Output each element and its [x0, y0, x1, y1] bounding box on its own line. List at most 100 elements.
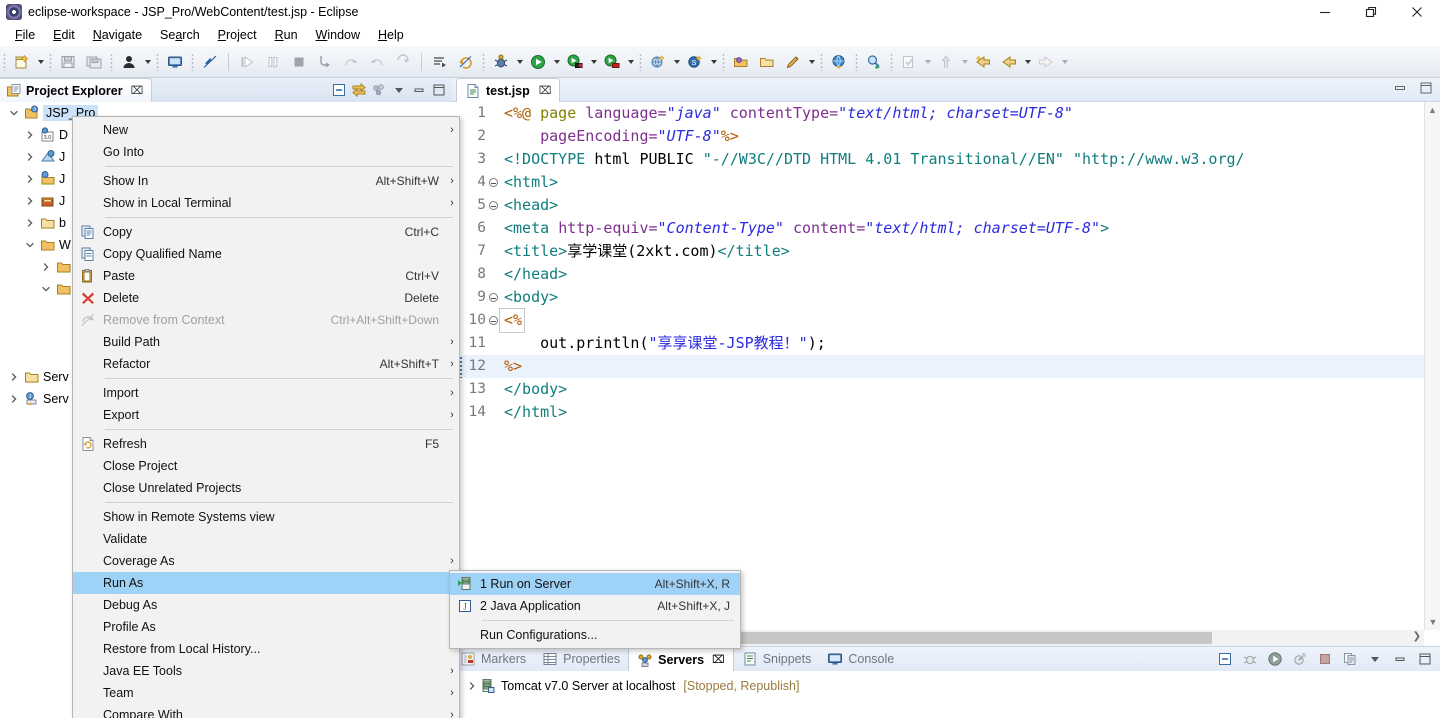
user-icon[interactable]	[117, 50, 141, 74]
minimize-icon[interactable]	[1390, 649, 1409, 668]
run-dropdown-arrow[interactable]	[551, 50, 562, 74]
tab-snippets[interactable]: Snippets	[734, 647, 820, 671]
toolbar-grip-6[interactable]	[482, 52, 485, 71]
menu-item-profile-as[interactable]: Profile As›	[73, 616, 459, 638]
new-wizard-dropdown-arrow[interactable]	[35, 50, 46, 74]
minimize-icon[interactable]	[410, 81, 428, 99]
toolbar-grip[interactable]	[3, 52, 6, 71]
scroll-right-icon[interactable]: ❯	[1413, 631, 1421, 642]
code-lines[interactable]: 1 <%@ page language="java" contentType="t…	[452, 102, 1424, 630]
code-line[interactable]: 10 <%	[452, 308, 1424, 333]
menu-navigate[interactable]: Navigate	[84, 26, 151, 44]
link-with-editor-icon[interactable]	[350, 81, 368, 99]
code-line[interactable]: 1 <%@ page language="java" contentType="t…	[452, 102, 1424, 125]
menu-item-close-unrelated-projects[interactable]: Close Unrelated Projects	[73, 477, 459, 499]
menu-item-go-into[interactable]: Go Into	[73, 141, 459, 163]
menu-item-show-in[interactable]: Show In Alt+Shift+W ›	[73, 170, 459, 192]
run-server-alt-dropdown-arrow[interactable]	[625, 50, 636, 74]
save-all-icon[interactable]	[82, 50, 106, 74]
view-menu-icon[interactable]	[1365, 649, 1384, 668]
open-folder-icon[interactable]	[755, 50, 779, 74]
tab-properties[interactable]: Properties	[534, 647, 628, 671]
close-button[interactable]	[1394, 0, 1440, 24]
run-server-icon[interactable]	[563, 50, 587, 74]
restore-icon[interactable]	[1392, 80, 1408, 96]
code-line[interactable]: 5 <head>	[452, 194, 1424, 217]
menu-file[interactable]: File	[6, 26, 44, 44]
close-icon[interactable]: ⌧	[712, 653, 725, 666]
chevron-right-icon[interactable]	[22, 149, 38, 165]
tab-project-explorer[interactable]: Project Explorer ⌧	[0, 78, 153, 102]
sync-icon[interactable]	[454, 50, 478, 74]
toolbar-grip-10[interactable]	[855, 52, 858, 71]
run-as-submenu[interactable]: 1 Run on Server Alt+Shift+X, R J 2 Java App…	[449, 570, 741, 649]
code-line[interactable]: 14 </html>	[452, 401, 1424, 424]
tab-servers[interactable]: Servers ⌧	[628, 647, 734, 671]
code-line[interactable]: 2 pageEncoding="UTF-8"%>	[452, 125, 1424, 148]
menu-item-delete[interactable]: Delete Delete	[73, 287, 459, 309]
back-icon[interactable]	[997, 50, 1021, 74]
no-link-icon[interactable]	[198, 50, 222, 74]
profile-server-icon[interactable]	[1290, 649, 1309, 668]
menu-search[interactable]: Search	[151, 26, 209, 44]
menu-item-export[interactable]: Export ›	[73, 404, 459, 426]
toolbar-grip-5[interactable]	[191, 52, 194, 71]
menu-project[interactable]: Project	[209, 26, 266, 44]
run-icon[interactable]	[526, 50, 550, 74]
tab-console[interactable]: Console	[819, 647, 902, 671]
menu-item-show-in-local-terminal[interactable]: Show in Local Terminal ›	[73, 192, 459, 214]
chevron-right-icon[interactable]	[22, 127, 38, 143]
chevron-right-icon[interactable]	[464, 678, 480, 694]
code-editor[interactable]: 1 <%@ page language="java" contentType="t…	[452, 102, 1440, 646]
chevron-right-icon[interactable]	[6, 369, 22, 385]
toolbar-grip-11[interactable]	[890, 52, 893, 71]
pencil-dropdown-arrow[interactable]	[806, 50, 817, 74]
menu-item-validate[interactable]: Validate	[73, 528, 459, 550]
chevron-right-icon[interactable]	[38, 259, 54, 275]
new-jsp-icon[interactable]	[646, 50, 670, 74]
toolbar-grip-3[interactable]	[110, 52, 113, 71]
menu-item-refactor[interactable]: Refactor Alt+Shift+T ›	[73, 353, 459, 375]
fold-collapse-icon[interactable]	[486, 316, 500, 325]
fold-collapse-icon[interactable]	[486, 293, 500, 302]
user-dropdown-arrow[interactable]	[142, 50, 153, 74]
menu-edit[interactable]: Edit	[44, 26, 84, 44]
start-server-icon[interactable]	[1265, 649, 1284, 668]
debug-dropdown-arrow[interactable]	[514, 50, 525, 74]
menu-item-copy[interactable]: Copy Ctrl+C	[73, 221, 459, 243]
code-line[interactable]: 13 </body>	[452, 378, 1424, 401]
close-icon[interactable]: ⌧	[539, 84, 552, 97]
stop-server-icon[interactable]	[1315, 649, 1334, 668]
code-line[interactable]: 11 out.println("享享课堂-JSP教程！");	[452, 332, 1424, 355]
menu-run[interactable]: Run	[266, 26, 307, 44]
submenu-item-2-java-application[interactable]: J 2 Java Application Alt+Shift+X, J	[450, 595, 740, 617]
menu-item-copy-qualified-name[interactable]: Copy Qualified Name	[73, 243, 459, 265]
menu-item-build-path[interactable]: Build Path ›	[73, 331, 459, 353]
save-icon[interactable]	[56, 50, 80, 74]
maximize-restore-button[interactable]	[1348, 0, 1394, 24]
toolbar-grip-9[interactable]	[820, 52, 823, 71]
new-ejb-dropdown-arrow[interactable]	[708, 50, 719, 74]
collapse-all-icon[interactable]	[1215, 649, 1234, 668]
debug-server-icon[interactable]	[1240, 649, 1259, 668]
context-menu[interactable]: New › Go Into Show In Alt+Shift+W › Show in Lo…	[72, 116, 460, 718]
fold-collapse-icon[interactable]	[486, 178, 500, 187]
menu-item-refresh[interactable]: Refresh F5	[73, 433, 459, 455]
maximize-icon[interactable]	[430, 81, 448, 99]
menu-item-new[interactable]: New ›	[73, 119, 459, 141]
menu-item-import[interactable]: Import ›	[73, 382, 459, 404]
publish-icon[interactable]	[428, 50, 452, 74]
toolbar-grip-4[interactable]	[156, 52, 159, 71]
scroll-down-icon[interactable]: ▼	[1425, 614, 1440, 630]
scroll-up-icon[interactable]: ▲	[1425, 102, 1440, 118]
terminal-icon[interactable]	[163, 50, 187, 74]
fold-collapse-icon[interactable]	[486, 201, 500, 210]
chevron-right-icon[interactable]	[22, 193, 38, 209]
submenu-item-run-configurations[interactable]: Run Configurations...	[450, 624, 740, 646]
menu-item-run-as[interactable]: Run As›	[73, 572, 459, 594]
code-line[interactable]: 12 %>	[452, 355, 1424, 378]
web-browser-icon[interactable]	[827, 50, 851, 74]
pencil-icon[interactable]	[781, 50, 805, 74]
toolbar-grip-8[interactable]	[722, 52, 725, 71]
code-line[interactable]: 3 <!DOCTYPE html PUBLIC "-//W3C//DTD HTML…	[452, 148, 1424, 171]
